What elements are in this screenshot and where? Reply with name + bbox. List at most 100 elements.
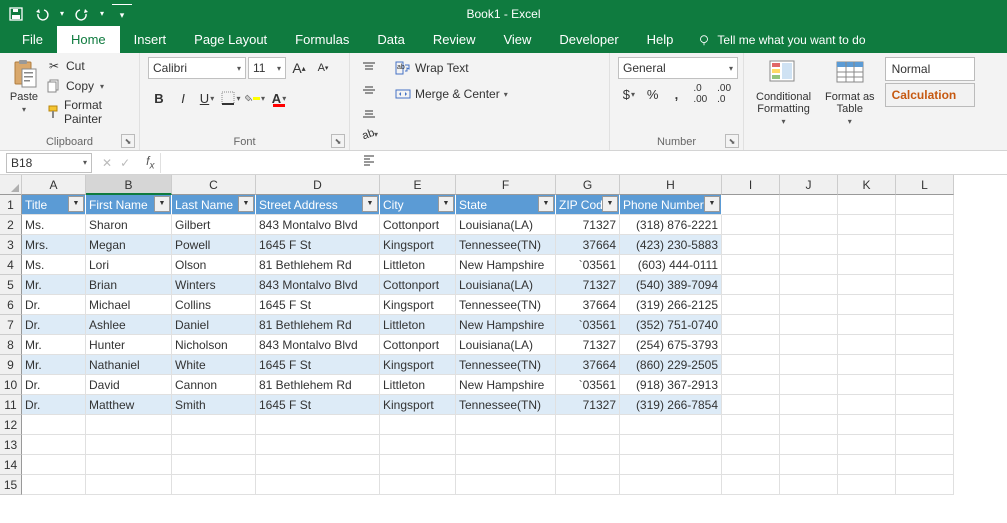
col-header[interactable]: I (722, 175, 780, 195)
row-header[interactable]: 1 (0, 195, 22, 215)
cell[interactable] (896, 215, 954, 235)
cell[interactable] (838, 475, 896, 495)
col-header[interactable]: H (620, 175, 722, 195)
cell[interactable]: Louisiana(LA) (456, 275, 556, 295)
clipboard-launcher[interactable]: ⬊ (121, 134, 135, 148)
number-format-combo[interactable]: General▾ (618, 57, 738, 79)
cell[interactable]: Hunter (86, 335, 172, 355)
cell[interactable]: Last Name▼ (172, 195, 256, 215)
cell[interactable]: `03561 (556, 375, 620, 395)
cell[interactable] (780, 415, 838, 435)
cell[interactable]: (318) 876-2221 (620, 215, 722, 235)
tab-help[interactable]: Help (633, 26, 688, 53)
cell[interactable] (896, 195, 954, 215)
cell[interactable]: 37664 (556, 355, 620, 375)
cell[interactable]: Mr. (22, 355, 86, 375)
cell[interactable]: Kingsport (380, 355, 456, 375)
row-header[interactable]: 8 (0, 335, 22, 355)
row-header[interactable]: 12 (0, 415, 22, 435)
filter-dropdown[interactable]: ▼ (154, 196, 170, 212)
cell[interactable] (556, 475, 620, 495)
tab-developer[interactable]: Developer (545, 26, 632, 53)
comma-format-button[interactable]: , (666, 83, 688, 105)
cell[interactable]: Tennessee(TN) (456, 395, 556, 415)
col-header[interactable]: F (456, 175, 556, 195)
cell[interactable] (722, 475, 780, 495)
cell[interactable]: (319) 266-7854 (620, 395, 722, 415)
cell[interactable] (256, 455, 380, 475)
cancel-formula-icon[interactable]: ✕ (102, 156, 112, 170)
cell[interactable]: 37664 (556, 295, 620, 315)
fill-color-button[interactable]: ▾ (244, 87, 266, 109)
cell[interactable]: White (172, 355, 256, 375)
cell[interactable]: 843 Montalvo Blvd (256, 215, 380, 235)
cell[interactable]: Littleton (380, 375, 456, 395)
cell[interactable] (780, 315, 838, 335)
cell[interactable] (722, 355, 780, 375)
cell[interactable] (22, 415, 86, 435)
cell[interactable] (86, 435, 172, 455)
cell[interactable]: Smith (172, 395, 256, 415)
cell[interactable]: Cannon (172, 375, 256, 395)
cell[interactable]: Kingsport (380, 295, 456, 315)
cell[interactable] (620, 435, 722, 455)
tab-file[interactable]: File (8, 26, 57, 53)
cell[interactable]: Dr. (22, 395, 86, 415)
font-name-combo[interactable]: Calibri▾ (148, 57, 246, 79)
cell[interactable]: 81 Bethlehem Rd (256, 255, 380, 275)
cell[interactable]: 1645 F St (256, 355, 380, 375)
copy-button[interactable]: Copy▾ (44, 77, 131, 95)
cell[interactable] (780, 375, 838, 395)
cell[interactable] (896, 255, 954, 275)
wrap-text-button[interactable]: abWrap Text (390, 57, 513, 79)
cell[interactable] (722, 315, 780, 335)
cell[interactable]: Mrs. (22, 235, 86, 255)
cell[interactable] (620, 475, 722, 495)
cell[interactable] (256, 475, 380, 495)
decrease-decimal-button[interactable]: .00.0 (713, 83, 735, 105)
cell[interactable]: Littleton (380, 255, 456, 275)
cell[interactable] (838, 235, 896, 255)
cell[interactable] (722, 195, 780, 215)
tab-home[interactable]: Home (57, 26, 120, 53)
cell[interactable]: New Hampshire (456, 375, 556, 395)
cell[interactable]: (423) 230-5883 (620, 235, 722, 255)
underline-button[interactable]: U▾ (196, 87, 218, 109)
cell[interactable] (556, 435, 620, 455)
cell[interactable] (456, 415, 556, 435)
cell[interactable]: 1645 F St (256, 395, 380, 415)
cell[interactable] (172, 435, 256, 455)
cell[interactable] (838, 415, 896, 435)
cell-styles-gallery[interactable]: Normal Calculation (885, 57, 975, 109)
cell[interactable] (722, 395, 780, 415)
formula-input[interactable] (160, 153, 1007, 173)
cell[interactable]: New Hampshire (456, 315, 556, 335)
cell[interactable]: Kingsport (380, 235, 456, 255)
cell[interactable]: Megan (86, 235, 172, 255)
cell[interactable] (780, 295, 838, 315)
cell[interactable] (780, 215, 838, 235)
undo-icon[interactable] (32, 4, 52, 24)
cell[interactable] (556, 415, 620, 435)
conditional-formatting-button[interactable]: Conditional Formatting▾ (752, 57, 815, 126)
row-header[interactable]: 2 (0, 215, 22, 235)
cell[interactable]: Title▼ (22, 195, 86, 215)
format-painter-button[interactable]: Format Painter (44, 97, 131, 127)
cell[interactable] (22, 455, 86, 475)
cell[interactable] (722, 255, 780, 275)
tell-me[interactable]: Tell me what you want to do (687, 27, 875, 53)
cell[interactable]: First Name▼ (86, 195, 172, 215)
cell[interactable]: `03561 (556, 255, 620, 275)
cell[interactable] (722, 335, 780, 355)
paste-icon[interactable] (8, 57, 40, 89)
cell[interactable]: City▼ (380, 195, 456, 215)
number-launcher[interactable]: ⬊ (725, 134, 739, 148)
cell[interactable] (838, 215, 896, 235)
cell[interactable] (380, 415, 456, 435)
col-header[interactable]: E (380, 175, 456, 195)
increase-font-button[interactable]: A▴ (288, 57, 310, 79)
cell[interactable]: Collins (172, 295, 256, 315)
cell[interactable] (456, 435, 556, 455)
col-header[interactable]: D (256, 175, 380, 195)
qat-customize[interactable]: ▾ (112, 4, 132, 24)
